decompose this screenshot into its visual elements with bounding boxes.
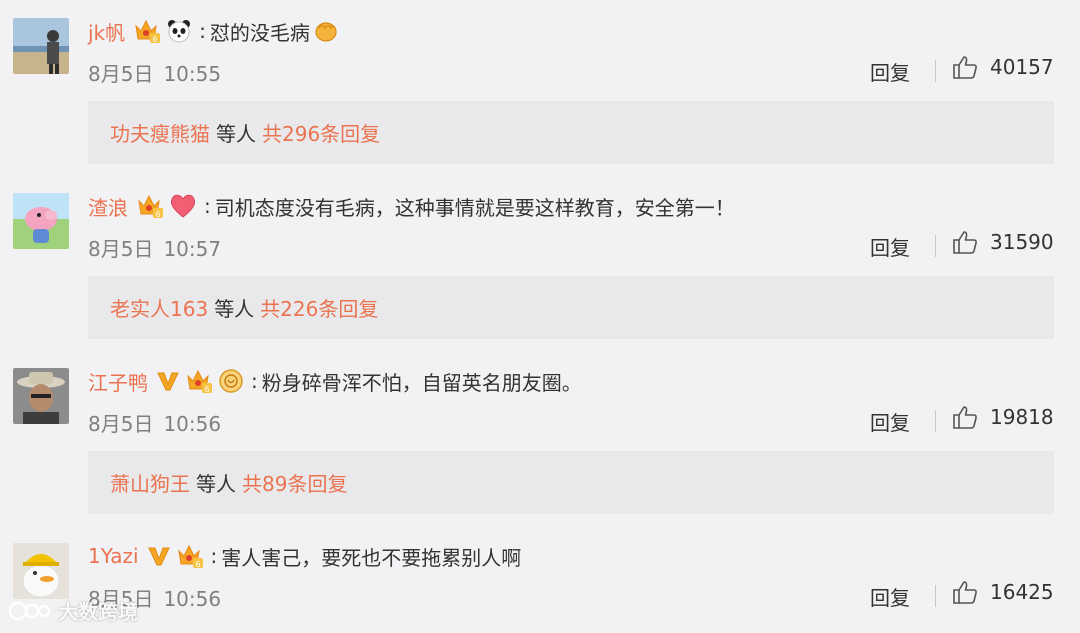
reply-button[interactable]: 回复 xyxy=(870,407,910,436)
like-button[interactable]: 19818 xyxy=(952,405,1054,429)
comment-date: 8月5日 xyxy=(88,62,154,86)
comment-item: 江子鸭 6 : 粉身碎骨浑不怕，自留英名朋友圈。 8月5日 10:56 回复 19… xyxy=(0,350,1080,525)
username-link[interactable]: jk帆 xyxy=(88,17,125,46)
thumbs-up-icon xyxy=(953,231,977,254)
comment-date: 8月5日 xyxy=(88,412,154,436)
comment-line: jk帆 6 : 怼的没毛病 xyxy=(88,16,344,46)
reply-button[interactable]: 回复 xyxy=(870,57,910,86)
divider xyxy=(935,60,936,82)
username-link[interactable]: 1Yazi xyxy=(88,544,139,568)
comment-meta: 8月5日 10:57 xyxy=(88,233,221,262)
reply-mid-text: 等人 xyxy=(196,472,236,496)
heart-badge-icon xyxy=(169,193,197,219)
man-in-hat-avatar[interactable] xyxy=(13,368,69,424)
svg-text:6: 6 xyxy=(153,35,158,44)
vip-crown-badge-icon: 6 xyxy=(176,543,204,569)
vip-crown-badge-icon: 6 xyxy=(133,18,161,44)
thumbs-up-icon xyxy=(953,581,977,604)
beach-person-avatar[interactable] xyxy=(13,18,69,74)
comment-time: 10:56 xyxy=(163,587,222,611)
gold-medal-badge-icon xyxy=(218,368,244,394)
comment-meta: 8月5日 10:56 xyxy=(88,408,221,437)
comment-item: 渣浪 6 : 司机态度没有毛病，这种事情就是要这样教育，安全第一！ 8月5日 10… xyxy=(0,175,1080,350)
comment-text: 司机态度没有毛病，这种事情就是要这样教育，安全第一！ xyxy=(214,195,735,220)
fist-emoji-icon xyxy=(313,18,339,44)
like-button[interactable]: 16425 xyxy=(952,580,1054,604)
comment-text: 粉身碎骨浑不怕，自留英名朋友圈。 xyxy=(261,370,582,395)
verified-v-badge-icon xyxy=(156,369,180,393)
vip-crown-badge-icon: 6 xyxy=(136,193,164,219)
divider xyxy=(935,235,936,257)
reply-summary[interactable]: 萧山狗王 等人 共89条回复 xyxy=(88,451,1054,514)
divider xyxy=(935,585,936,607)
duck-hardhat-avatar[interactable] xyxy=(13,543,69,599)
reply-summary[interactable]: 老实人163 等人 共226条回复 xyxy=(88,276,1054,339)
reply-mid-text: 等人 xyxy=(216,122,256,146)
divider xyxy=(935,410,936,432)
username-link[interactable]: 渣浪 xyxy=(88,192,128,221)
reply-count-link[interactable]: 共296条回复 xyxy=(262,122,380,146)
colon-separator: : xyxy=(199,19,206,43)
reply-summary-content: 老实人163 等人 共226条回复 xyxy=(110,293,378,322)
like-button[interactable]: 40157 xyxy=(952,55,1054,79)
comment-date: 8月5日 xyxy=(88,237,154,261)
reply-user-link[interactable]: 老实人163 xyxy=(110,297,208,321)
comment-text: 怼的没毛病 xyxy=(209,20,310,45)
verified-v-badge-icon xyxy=(147,544,171,568)
thumbs-up-icon xyxy=(953,406,977,429)
comment-item: 1Yazi 6 : 害人害己，要死也不要拖累别人啊 8月5日 10:56 回复 1… xyxy=(0,525,1080,633)
comment-text: 害人害己，要死也不要拖累别人啊 xyxy=(221,545,522,570)
comment-meta: 8月5日 10:55 xyxy=(88,58,221,87)
comment-time: 10:57 xyxy=(163,237,222,261)
watermark: 大数跨境 xyxy=(8,596,138,625)
username-link[interactable]: 江子鸭 xyxy=(88,367,148,396)
svg-text:6: 6 xyxy=(204,385,209,394)
peppa-pig-avatar[interactable] xyxy=(13,193,69,249)
panda-badge-icon xyxy=(166,18,192,44)
like-count: 31590 xyxy=(990,230,1054,254)
like-count: 40157 xyxy=(990,55,1054,79)
reply-count-link[interactable]: 共226条回复 xyxy=(260,297,378,321)
reply-user-link[interactable]: 萧山狗王 xyxy=(110,472,190,496)
like-count: 19818 xyxy=(990,405,1054,429)
reply-summary-content: 萧山狗王 等人 共89条回复 xyxy=(110,468,347,497)
reply-count-link[interactable]: 共89条回复 xyxy=(242,472,347,496)
comment-line: 江子鸭 6 : 粉身碎骨浑不怕，自留英名朋友圈。 xyxy=(88,366,582,396)
reply-summary-content: 功夫瘦熊猫 等人 共296条回复 xyxy=(110,118,380,147)
vip-crown-badge-icon: 6 xyxy=(185,368,213,394)
comment-line: 渣浪 6 : 司机态度没有毛病，这种事情就是要这样教育，安全第一！ xyxy=(88,191,735,221)
svg-text:6: 6 xyxy=(155,210,160,219)
comment-time: 10:56 xyxy=(163,412,222,436)
like-button[interactable]: 31590 xyxy=(952,230,1054,254)
thumbs-up-icon xyxy=(953,56,977,79)
reply-user-link[interactable]: 功夫瘦熊猫 xyxy=(110,122,210,146)
reply-button[interactable]: 回复 xyxy=(870,232,910,261)
reply-summary[interactable]: 功夫瘦熊猫 等人 共296条回复 xyxy=(88,101,1054,164)
comment-time: 10:55 xyxy=(163,62,222,86)
comment-line: 1Yazi 6 : 害人害己，要死也不要拖累别人啊 xyxy=(88,541,521,571)
watermark-text: 大数跨境 xyxy=(58,600,138,624)
colon-separator: : xyxy=(251,369,258,393)
like-count: 16425 xyxy=(990,580,1054,604)
reply-mid-text: 等人 xyxy=(214,297,255,321)
reply-button[interactable]: 回复 xyxy=(870,582,910,611)
colon-separator: : xyxy=(210,544,218,568)
svg-text:6: 6 xyxy=(195,560,200,569)
comment-item: jk帆 6 : 怼的没毛病 8月5日 10:55 回复 40157 功夫瘦熊猫 等人… xyxy=(0,0,1080,175)
watermark-logo-icon xyxy=(8,601,51,620)
colon-separator: : xyxy=(204,194,211,218)
